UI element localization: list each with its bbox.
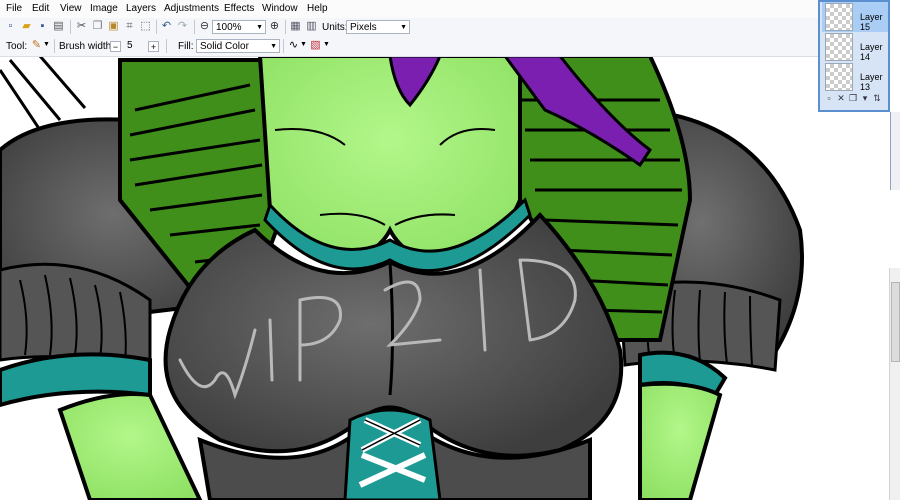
chevron-down-icon: ▼ bbox=[400, 24, 407, 31]
right-arm bbox=[638, 381, 723, 500]
zoom-combo[interactable]: 100% ▼ bbox=[212, 20, 266, 34]
save-icon[interactable]: ▪ bbox=[36, 20, 49, 33]
artwork bbox=[0, 56, 804, 500]
zoom-value: 100% bbox=[216, 22, 242, 33]
left-arm bbox=[57, 392, 203, 500]
layer-thumbnail bbox=[825, 3, 853, 31]
chevron-down-icon[interactable]: ▼ bbox=[43, 41, 50, 48]
layer-row[interactable]: Layer 14 bbox=[822, 32, 888, 62]
layers-toolbar: ▫ ✕ ❐ ▾ ⇅ bbox=[824, 92, 886, 106]
fill-select[interactable]: Solid Color ▼ bbox=[196, 39, 280, 53]
delete-layer-icon[interactable]: ✕ bbox=[836, 92, 846, 104]
menu-image[interactable]: Image bbox=[90, 3, 118, 14]
brush-width-decrease[interactable]: − bbox=[110, 41, 121, 52]
main-toolbar: ▫ ▰ ▪ ▤ ✂ ❐ ▣ ⌗ ⬚ ↶ ↷ ⊖ 100% ▼ ⊕ ▦ ▥ Uni… bbox=[0, 18, 820, 37]
layer-row[interactable]: Layer 15 bbox=[822, 2, 888, 32]
menu-adjustments[interactable]: Adjustments bbox=[164, 3, 219, 14]
history-panel-edge bbox=[890, 112, 900, 190]
brush-width-field[interactable]: 5 bbox=[124, 39, 146, 53]
fill-value: Solid Color bbox=[200, 41, 249, 52]
brush-width-label: Brush width: bbox=[59, 41, 115, 52]
menu-help[interactable]: Help bbox=[307, 3, 328, 14]
chevron-down-icon[interactable]: ▼ bbox=[323, 41, 330, 48]
tool-options-bar: Tool: ✎ ▼ Brush width: − 5 + Fill: Solid… bbox=[0, 36, 820, 57]
layer-name: Layer 15 bbox=[860, 12, 883, 32]
layer-thumbnail bbox=[825, 63, 853, 91]
redo-icon[interactable]: ↷ bbox=[176, 20, 189, 33]
units-label: Units: bbox=[322, 22, 348, 33]
menu-edit[interactable]: Edit bbox=[32, 3, 49, 14]
menu-layers[interactable]: Layers bbox=[126, 3, 156, 14]
menu-effects[interactable]: Effects bbox=[224, 3, 254, 14]
deselect-icon[interactable]: ⬚ bbox=[139, 20, 152, 33]
vertical-scrollbar[interactable] bbox=[889, 268, 900, 500]
layer-name: Layer 14 bbox=[860, 42, 883, 62]
undo-icon[interactable]: ↶ bbox=[160, 20, 173, 33]
merge-layer-icon[interactable]: ▾ bbox=[860, 92, 870, 104]
blend-mode-icon[interactable]: ▧ bbox=[309, 39, 322, 52]
scroll-thumb[interactable] bbox=[891, 282, 900, 362]
image-canvas[interactable] bbox=[0, 56, 900, 500]
new-icon[interactable]: ▫ bbox=[4, 20, 17, 33]
tool-label: Tool: bbox=[6, 41, 28, 52]
brush-icon[interactable]: ✎ bbox=[30, 39, 43, 52]
move-layer-icon[interactable]: ⇅ bbox=[872, 92, 882, 104]
duplicate-layer-icon[interactable]: ❐ bbox=[848, 92, 858, 104]
cut-icon[interactable]: ✂ bbox=[75, 20, 88, 33]
layer-name: Layer 13 bbox=[860, 72, 883, 92]
units-value: Pixels bbox=[350, 22, 377, 33]
menu-bar: File Edit View Image Layers Adjustments … bbox=[0, 0, 820, 18]
background-lines bbox=[0, 56, 87, 131]
menu-file[interactable]: File bbox=[6, 3, 22, 14]
zoom-out-icon[interactable]: ⊖ bbox=[198, 20, 211, 33]
layer-row[interactable]: Layer 13 bbox=[822, 62, 888, 92]
paste-icon[interactable]: ▣ bbox=[107, 20, 120, 33]
add-layer-icon[interactable]: ▫ bbox=[824, 92, 834, 104]
brush-width-value: 5 bbox=[127, 40, 133, 51]
zoom-in-icon[interactable]: ⊕ bbox=[268, 20, 281, 33]
print-icon[interactable]: ▤ bbox=[52, 20, 65, 33]
brush-width-increase[interactable]: + bbox=[148, 41, 159, 52]
fill-label: Fill: bbox=[178, 41, 194, 52]
chevron-down-icon: ▼ bbox=[270, 43, 277, 50]
lacing-panel bbox=[343, 408, 442, 500]
chevron-down-icon[interactable]: ▼ bbox=[300, 41, 307, 48]
antialias-icon[interactable]: ∿ bbox=[287, 39, 300, 52]
menu-view[interactable]: View bbox=[60, 3, 82, 14]
grid-icon[interactable]: ▦ bbox=[289, 20, 302, 33]
layer-thumbnail bbox=[825, 33, 853, 61]
crop-icon[interactable]: ⌗ bbox=[123, 20, 136, 33]
menu-window[interactable]: Window bbox=[262, 3, 298, 14]
units-select[interactable]: Pixels ▼ bbox=[346, 20, 410, 34]
ruler-icon[interactable]: ▥ bbox=[305, 20, 318, 33]
chevron-down-icon: ▼ bbox=[256, 24, 263, 31]
open-icon[interactable]: ▰ bbox=[20, 20, 33, 33]
copy-icon[interactable]: ❐ bbox=[91, 20, 104, 33]
layers-panel: Layer 15 Layer 14 Layer 13 ▫ ✕ ❐ ▾ ⇅ bbox=[818, 0, 890, 112]
